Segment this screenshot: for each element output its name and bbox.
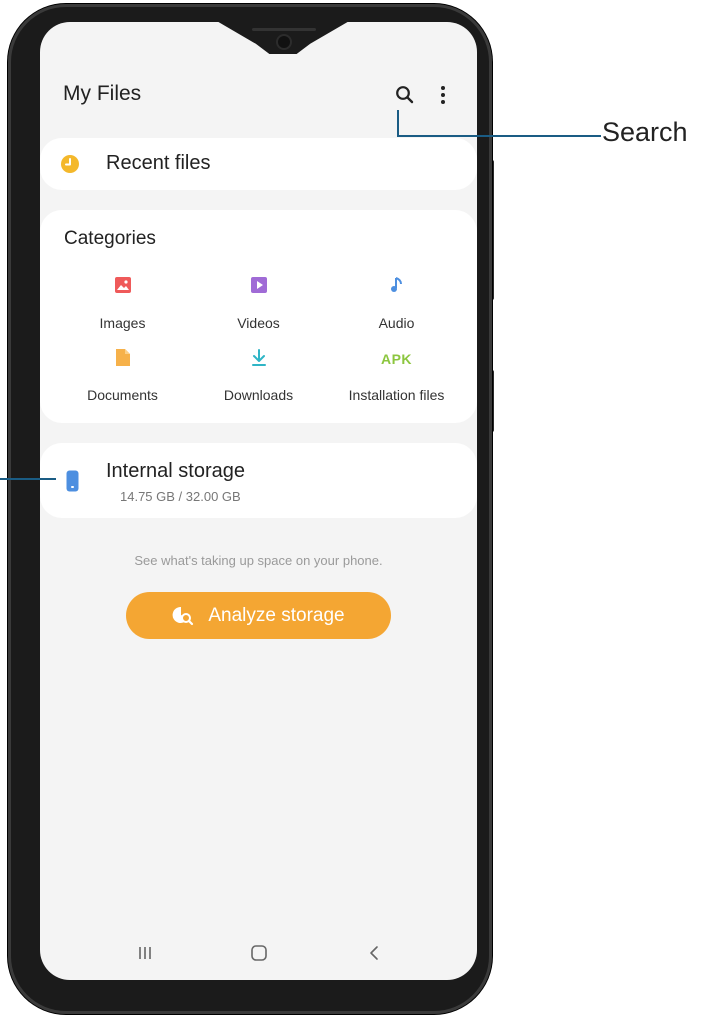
categories-title: Categories (64, 228, 156, 249)
category-label: Audio (378, 315, 415, 331)
search-callout-line (397, 135, 601, 137)
apk-icon: APK (380, 351, 413, 367)
document-icon (50, 348, 195, 370)
storage-usage: 14.75 GB / 32.00 GB (120, 489, 241, 504)
category-label: Documents (87, 387, 158, 403)
search-callout-line (397, 110, 399, 137)
recent-files-card[interactable]: Recent files (40, 138, 477, 190)
category-documents[interactable]: Documents (50, 348, 195, 403)
category-videos[interactable]: Videos (186, 276, 331, 331)
earpiece-speaker (252, 28, 316, 31)
download-icon (186, 348, 331, 370)
search-icon (396, 86, 414, 104)
video-icon (186, 276, 331, 298)
category-label: Installation files (348, 387, 445, 403)
category-installation-files[interactable]: APK Installation files (324, 348, 469, 403)
recent-apps-icon (139, 947, 151, 959)
more-options-icon (441, 86, 445, 104)
more-options-button[interactable] (428, 80, 458, 110)
recent-files-label: Recent files (106, 152, 211, 174)
analyze-storage-button[interactable]: Analyze storage (126, 592, 391, 639)
search-callout-label: Search (602, 117, 688, 147)
recent-apps-button[interactable] (125, 942, 165, 964)
phone-frame: My Files Recent files Categories Images … (8, 4, 492, 1014)
phone-screen: My Files Recent files Categories Images … (40, 22, 477, 980)
search-button[interactable] (390, 80, 420, 110)
category-label: Downloads (223, 387, 294, 403)
analyze-storage-label: Analyze storage (208, 604, 345, 626)
categories-card: Categories Images Videos Audio Documents… (40, 210, 477, 423)
category-label: Videos (237, 315, 280, 331)
internal-storage-card[interactable]: Internal storage 14.75 GB / 32.00 GB (40, 443, 477, 518)
back-button[interactable] (354, 942, 394, 964)
music-note-icon (324, 276, 469, 298)
storage-label: Internal storage (106, 460, 245, 482)
back-icon (370, 946, 378, 960)
image-icon (50, 276, 195, 298)
analyze-icon (172, 606, 194, 625)
category-label: Images (99, 315, 146, 331)
category-downloads[interactable]: Downloads (186, 348, 331, 403)
storage-callout-line (0, 478, 56, 480)
front-camera (278, 36, 290, 48)
home-icon (251, 945, 267, 961)
clock-icon (61, 155, 79, 173)
category-audio[interactable]: Audio (324, 276, 469, 331)
phone-storage-icon (66, 470, 79, 492)
category-images[interactable]: Images (50, 276, 195, 331)
page-title: My Files (63, 82, 142, 105)
storage-hint: See what's taking up space on your phone… (134, 553, 383, 568)
home-button[interactable] (239, 942, 279, 964)
